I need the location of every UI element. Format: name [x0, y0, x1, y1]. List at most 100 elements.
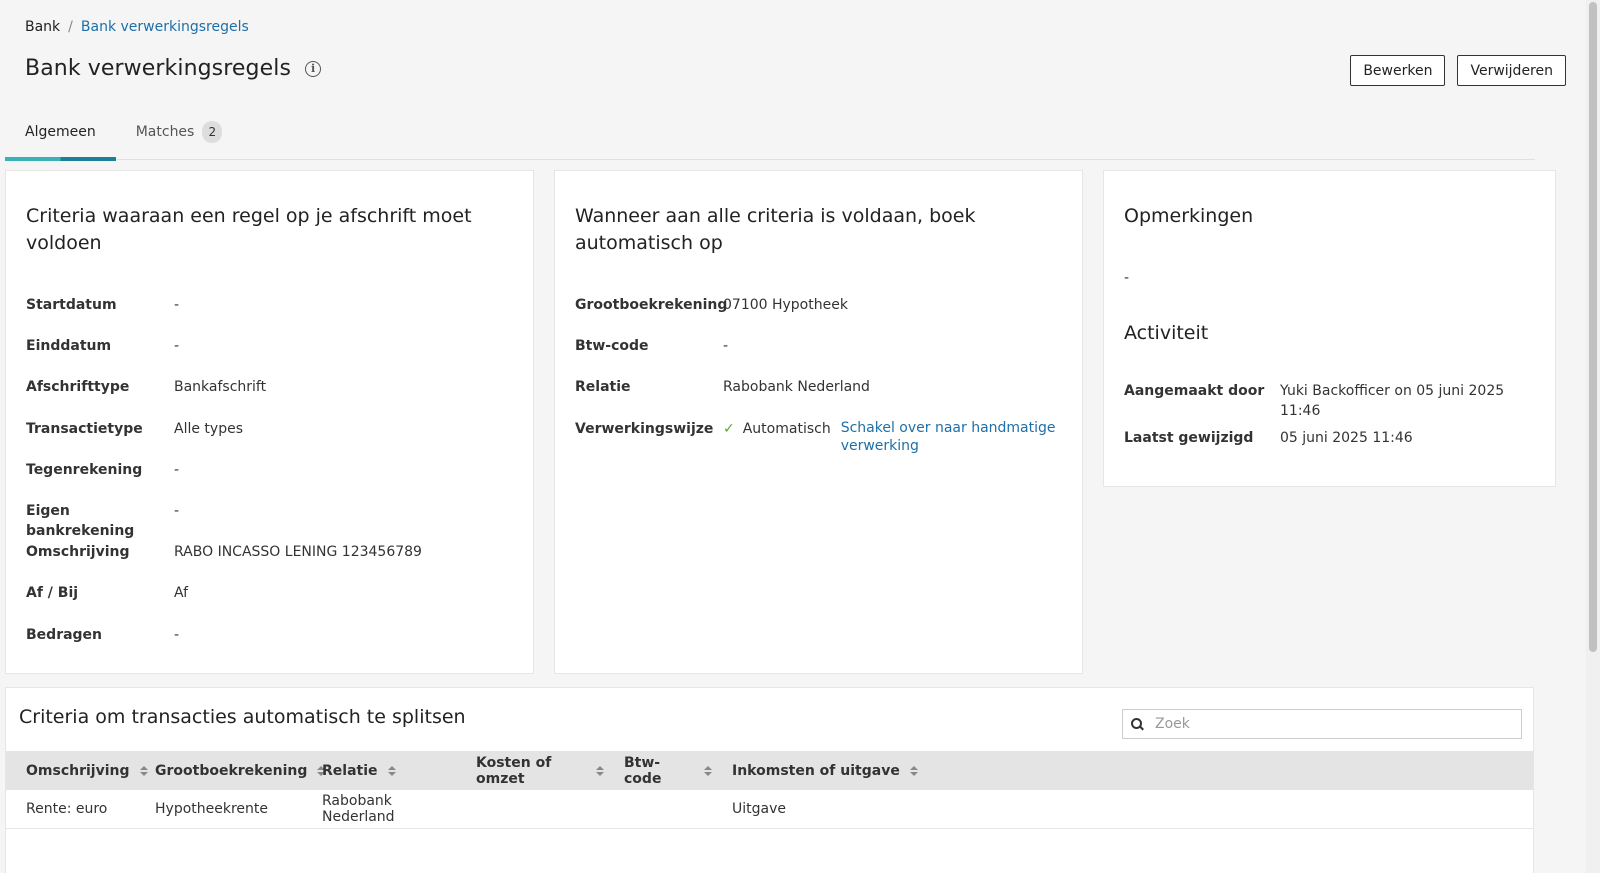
breadcrumb-root[interactable]: Bank	[25, 19, 60, 35]
search-box	[1122, 709, 1522, 739]
breadcrumb-separator: /	[68, 19, 73, 35]
processing-mode: Automatisch	[742, 420, 831, 437]
switch-to-manual-link[interactable]: Schakel over naar handmatige verwerking	[841, 419, 1056, 455]
field-label: Verwerkingswijze	[575, 420, 714, 437]
field-value: -	[174, 626, 180, 643]
criteria-row-af-bij: Af / Bij Af	[26, 583, 513, 624]
tab-label: Algemeen	[25, 124, 96, 140]
delete-button[interactable]: Verwijderen	[1457, 55, 1566, 86]
field-label: Relatie	[575, 379, 631, 396]
booking-list: Grootboekrekening 07100 Hypotheek Btw-cod…	[575, 295, 1062, 460]
field-value: RABO INCASSO LENING 123456789	[174, 544, 422, 561]
field-value: -	[174, 502, 180, 519]
field-label: Btw-code	[575, 338, 649, 355]
criteria-card: Criteria waaraan een regel op je afschri…	[5, 170, 534, 674]
split-criteria-card: Criteria om transacties automatisch te s…	[5, 687, 1534, 873]
table-header: Omschrijving Grootboekrekening Relatie K…	[6, 751, 1533, 790]
activity-row-created: Aangemaakt door Yuki Backofficer on 05 ju…	[1124, 381, 1535, 428]
info-icon[interactable]: i	[305, 60, 322, 77]
remarks-title: Opmerkingen	[1124, 205, 1254, 227]
field-label: Grootboekrekening	[575, 297, 728, 313]
title-row: Bank verwerkingsregels i	[25, 56, 322, 81]
field-label: Af / Bij	[26, 585, 79, 602]
page-title: Bank verwerkingsregels	[25, 56, 292, 81]
field-label: Afschrifttype	[26, 379, 130, 396]
column-label: Kosten of omzet	[476, 754, 552, 787]
sort-icon	[909, 765, 918, 776]
criteria-list: Startdatum - Einddatum - Afschrifttype Bank…	[26, 295, 513, 666]
split-criteria-title: Criteria om transacties automatisch te s…	[19, 706, 466, 728]
column-header-btw-code[interactable]: Btw-code	[604, 755, 712, 787]
breadcrumb: Bank / Bank verwerkingsregels	[25, 19, 249, 35]
remarks-value: -	[1124, 270, 1130, 286]
field-value: Rabobank Nederland	[723, 379, 870, 396]
table-cell: Rente: euro	[26, 801, 108, 817]
tab-label: Matches	[135, 124, 195, 140]
field-label: Tegenrekening	[26, 461, 143, 478]
field-value: -	[174, 338, 180, 355]
table-cell: Rabobank Nederland	[322, 793, 395, 825]
criteria-card-title: Criteria waaraan een regel op je afschri…	[26, 205, 472, 254]
edit-button[interactable]: Bewerken	[1350, 55, 1446, 86]
field-value: -	[174, 461, 180, 478]
activity-title: Activiteit	[1124, 322, 1209, 344]
sort-icon	[704, 765, 712, 776]
criteria-row-startdatum: Startdatum -	[26, 295, 513, 336]
column-header-inkomsten-of-uitgave[interactable]: Inkomsten of uitgave	[712, 763, 1012, 779]
column-label: Btw-code	[624, 754, 662, 787]
booking-card: Wanneer aan alle criteria is voldaan, bo…	[554, 170, 1083, 674]
field-value: 07100 Hypotheek	[723, 297, 848, 313]
processing-value: ✓ Automatisch Schakel over naar handmati…	[723, 419, 1056, 460]
search-input[interactable]	[1155, 716, 1495, 732]
field-value: Af	[174, 585, 189, 602]
column-header-kosten-of-omzet[interactable]: Kosten of omzet	[456, 755, 604, 787]
booking-row-grootboekrekening: Grootboekrekening 07100 Hypotheek	[575, 295, 1062, 336]
header-actions: Bewerken Verwijderen	[1350, 55, 1566, 86]
field-label: Transactietype	[26, 420, 143, 437]
booking-card-title: Wanneer aan alle criteria is voldaan, bo…	[575, 205, 976, 254]
column-label: Relatie	[322, 762, 378, 779]
field-label: Omschrijving	[26, 544, 130, 561]
column-header-omschrijving[interactable]: Omschrijving	[6, 763, 148, 779]
scrollbar-thumb[interactable]	[1589, 2, 1597, 652]
criteria-row-einddatum: Einddatum -	[26, 336, 513, 377]
search-icon	[1131, 718, 1143, 730]
table-cell: Hypotheekrente	[155, 801, 268, 817]
tab-algemeen[interactable]: Algemeen	[5, 118, 116, 161]
criteria-row-omschrijving: Omschrijving RABO INCASSO LENING 12345678…	[26, 542, 513, 583]
field-label: Bedragen	[26, 626, 103, 643]
field-value: Alle types	[174, 420, 243, 437]
matches-count-badge: 2	[202, 121, 223, 143]
tab-matches[interactable]: Matches 2	[116, 118, 243, 160]
column-label: Inkomsten of uitgave	[732, 762, 900, 779]
activity-list: Aangemaakt door Yuki Backofficer on 05 ju…	[1124, 381, 1535, 475]
field-label: Einddatum	[26, 338, 112, 355]
remarks-card: Opmerkingen - Activiteit Aangemaakt door…	[1103, 170, 1556, 487]
page-scrollbar[interactable]	[1586, 0, 1600, 873]
criteria-row-bedragen: Bedragen -	[26, 625, 513, 666]
field-value: Yuki Backofficer on 05 juni 2025 11:46	[1280, 383, 1505, 419]
column-label: Grootboekrekening	[155, 762, 308, 779]
table-cell: Uitgave	[732, 801, 786, 817]
field-label: Aangemaakt door	[1124, 383, 1265, 399]
table-row[interactable]: Rente: euro Hypotheekrente Rabobank Nede…	[6, 790, 1533, 829]
field-value: -	[723, 338, 729, 355]
field-value: -	[174, 297, 180, 313]
criteria-row-afschrifttype: Afschrifttype Bankafschrift	[26, 377, 513, 418]
criteria-row-transactietype: Transactietype Alle types	[26, 419, 513, 460]
breadcrumb-current[interactable]: Bank verwerkingsregels	[81, 19, 249, 35]
field-label: Startdatum	[26, 297, 117, 313]
criteria-row-eigen-bankrekening: Eigen bankrekening -	[26, 501, 513, 542]
activity-row-modified: Laatst gewijzigd 05 juni 2025 11:46	[1124, 428, 1535, 475]
field-value: 05 juni 2025 11:46	[1280, 430, 1413, 446]
column-header-grootboekrekening[interactable]: Grootboekrekening	[135, 763, 326, 779]
field-label: Eigen bankrekening	[26, 502, 135, 539]
booking-row-verwerkingswijze: Verwerkingswijze ✓ Automatisch Schakel o…	[575, 419, 1062, 460]
criteria-row-tegenrekening: Tegenrekening -	[26, 460, 513, 501]
column-header-relatie[interactable]: Relatie	[302, 763, 456, 779]
sort-icon	[596, 765, 604, 776]
split-table: Omschrijving Grootboekrekening Relatie K…	[6, 751, 1533, 829]
check-icon: ✓	[723, 420, 735, 437]
field-label: Laatst gewijzigd	[1124, 430, 1254, 446]
sort-icon	[387, 765, 396, 776]
